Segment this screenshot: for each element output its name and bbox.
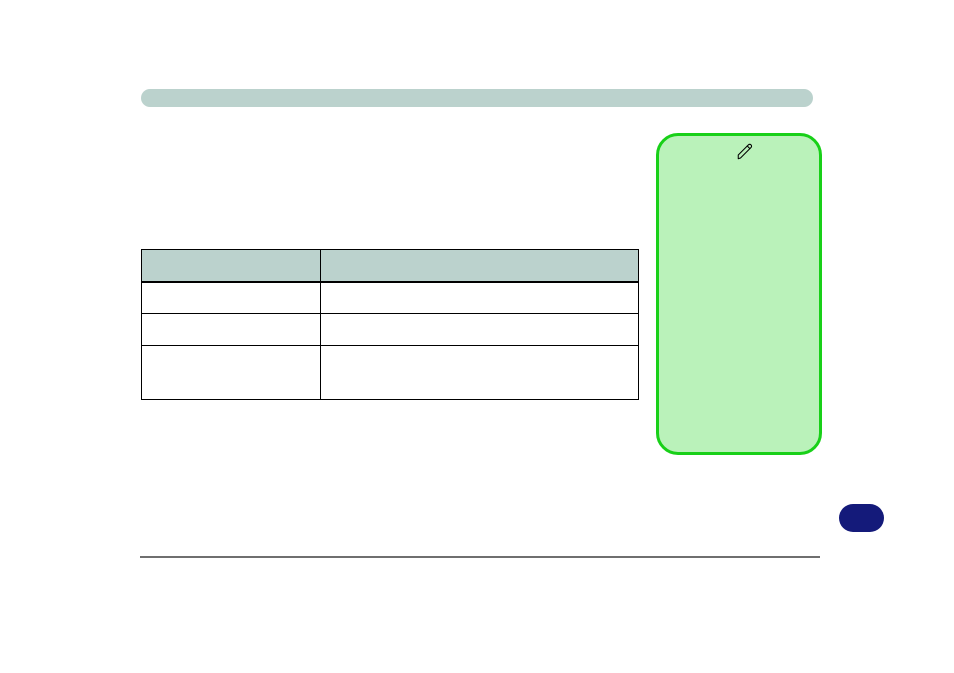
note-callout (656, 133, 822, 455)
table-cell (142, 282, 321, 314)
table-cell (320, 346, 638, 400)
data-table (141, 249, 639, 400)
table-row (142, 282, 639, 314)
table-header-cell (142, 250, 321, 282)
table-cell (142, 346, 321, 400)
pen-icon (658, 138, 832, 166)
table-cell (142, 314, 321, 346)
table-cell (320, 314, 638, 346)
table-row (142, 346, 639, 400)
table-row (142, 314, 639, 346)
table-header-row (142, 250, 639, 282)
table-cell (320, 282, 638, 314)
table-header-cell (320, 250, 638, 282)
page-badge (839, 504, 884, 532)
document-page (0, 0, 954, 673)
footer-divider (140, 556, 820, 558)
section-header-bar (141, 89, 813, 107)
